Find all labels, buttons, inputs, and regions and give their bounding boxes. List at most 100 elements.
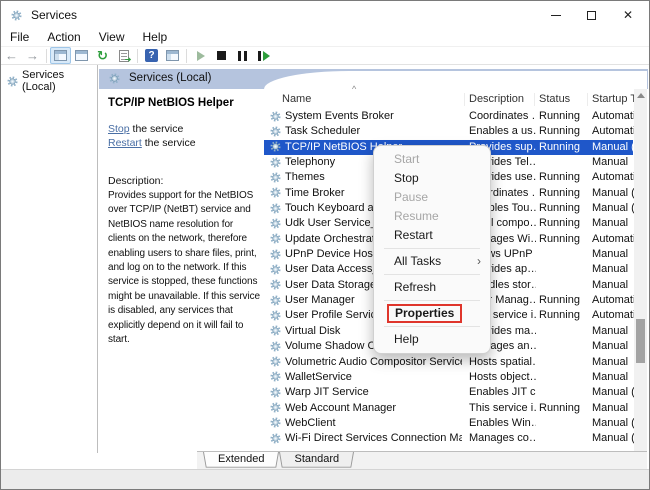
context-menu-item[interactable]: Resume › <box>374 207 490 226</box>
menu-action[interactable]: Action <box>38 29 89 46</box>
column-header-name[interactable]: Name <box>282 93 311 105</box>
service-startup-type: Manual <box>592 340 634 352</box>
service-name-cell: Task Scheduler <box>270 125 462 137</box>
close-button[interactable]: ✕ <box>611 1 645 29</box>
restart-service-link[interactable]: Restart <box>108 137 142 149</box>
service-row[interactable]: Web Account Manager This service i… Runn… <box>264 401 633 416</box>
context-menu-item[interactable]: Help › <box>374 330 490 349</box>
service-startup-type: Manual <box>592 402 634 414</box>
service-status: Running <box>539 233 589 245</box>
forward-button[interactable]: → <box>22 47 43 64</box>
service-gear-icon <box>270 325 281 336</box>
column-separator[interactable] <box>464 93 465 106</box>
service-status: Running <box>539 217 589 229</box>
show-action-pane-button[interactable] <box>162 47 183 64</box>
service-startup-type: Manual (T <box>592 432 634 444</box>
context-menu-item-label: All Tasks <box>394 252 441 271</box>
console-tree-panel: Services (Local) <box>2 65 98 453</box>
context-menu-item-label: Pause <box>394 188 428 207</box>
stop-service-link[interactable]: Stop <box>108 123 130 135</box>
service-gear-icon <box>270 141 281 152</box>
service-status: Running <box>539 187 589 199</box>
export-list-button[interactable] <box>113 47 134 64</box>
maximize-icon <box>587 11 596 20</box>
sort-ascending-icon: ^ <box>352 84 356 94</box>
service-gear-icon <box>270 203 281 214</box>
show-console-tree-button[interactable] <box>50 47 71 64</box>
service-startup-type: Manual <box>592 325 634 337</box>
service-gear-icon <box>270 341 281 352</box>
minimize-button[interactable] <box>539 1 573 29</box>
scroll-up-icon[interactable] <box>637 93 645 98</box>
column-separator[interactable] <box>534 93 535 106</box>
service-row[interactable]: System Events Broker Coordinates … Runni… <box>264 109 633 124</box>
context-menu-item[interactable]: All Tasks › <box>374 252 490 271</box>
service-gear-icon <box>270 387 281 398</box>
restart-service-button[interactable] <box>253 47 274 64</box>
service-row[interactable]: WalletService Hosts object… Manual <box>264 370 633 385</box>
services-header-icon <box>109 73 120 84</box>
service-name: Warp JIT Service <box>285 386 369 398</box>
service-status: Running <box>539 110 589 122</box>
stop-link-suffix: the service <box>130 123 184 135</box>
context-menu-item[interactable]: Refresh › <box>374 278 490 297</box>
services-window: Services ✕ File Action View Help ← → ↻ ? <box>0 0 650 490</box>
service-description: Manages co… <box>469 432 536 444</box>
service-name: WebClient <box>285 417 336 429</box>
service-name: Time Broker <box>285 187 345 199</box>
service-gear-icon <box>270 295 281 306</box>
column-header-description[interactable]: Description <box>469 93 524 105</box>
column-header-status[interactable]: Status <box>539 93 570 105</box>
service-startup-type: Manual <box>592 371 634 383</box>
toolbar-separator <box>46 49 47 63</box>
tree-item-services-local[interactable]: Services (Local) <box>2 65 97 96</box>
service-row[interactable]: Warp JIT Service Enables JIT c… Manual (… <box>264 385 633 400</box>
maximize-button[interactable] <box>574 1 608 29</box>
tab-standard[interactable]: Standard <box>279 452 354 469</box>
pause-service-button[interactable] <box>232 47 253 64</box>
service-status: Running <box>539 309 589 321</box>
service-name: Themes <box>285 171 325 183</box>
service-gear-icon <box>270 187 281 198</box>
back-button[interactable]: ← <box>1 47 22 64</box>
service-gear-icon <box>270 126 281 137</box>
service-gear-icon <box>270 417 281 428</box>
service-name-cell: Wi-Fi Direct Services Connection Mana… <box>270 432 462 444</box>
help-button[interactable]: ? <box>141 47 162 64</box>
vertical-scroll-thumb[interactable] <box>636 319 645 363</box>
service-name: System Events Broker <box>285 110 394 122</box>
context-menu: Start › Stop › Pause › Resume › Restart … <box>373 145 491 354</box>
column-separator[interactable] <box>587 93 588 106</box>
context-menu-item[interactable]: Restart › <box>374 226 490 245</box>
context-menu-item[interactable]: Properties › <box>374 304 490 323</box>
export-list-icon <box>119 50 129 62</box>
restart-service-icon <box>258 51 270 61</box>
refresh-button[interactable]: ↻ <box>92 47 113 64</box>
vertical-scrollbar[interactable] <box>634 89 647 460</box>
service-row[interactable]: WebClient Enables Win… Manual (T <box>264 416 633 431</box>
service-row[interactable]: Wi-Fi Direct Services Connection Mana… M… <box>264 431 633 446</box>
start-service-button[interactable] <box>190 47 211 64</box>
service-row[interactable]: Volumetric Audio Compositor Service Host… <box>264 355 633 370</box>
tab-extended[interactable]: Extended <box>203 452 279 469</box>
service-startup-type: Manual <box>592 356 634 368</box>
forward-arrow-icon: → <box>26 49 39 62</box>
service-startup-type: Automatic <box>592 233 634 245</box>
context-menu-item[interactable]: Pause › <box>374 188 490 207</box>
properties-button[interactable] <box>71 47 92 64</box>
service-startup-type: Manual (T <box>592 202 634 214</box>
toolbar: ← → ↻ ? <box>1 47 649 65</box>
properties-window-icon <box>75 50 88 61</box>
menu-file[interactable]: File <box>1 29 38 46</box>
service-gear-icon <box>270 402 281 413</box>
menu-help[interactable]: Help <box>134 29 177 46</box>
help-icon: ? <box>145 49 158 62</box>
service-row[interactable]: Task Scheduler Enables a us… Running Aut… <box>264 124 633 139</box>
menu-view[interactable]: View <box>90 29 134 46</box>
stop-service-button[interactable] <box>211 47 232 64</box>
service-name-cell: System Events Broker <box>270 110 462 122</box>
service-name-cell: Warp JIT Service <box>270 386 462 398</box>
context-menu-item[interactable]: Stop › <box>374 169 490 188</box>
service-description: Enables Win… <box>469 417 536 429</box>
context-menu-item[interactable]: Start › <box>374 150 490 169</box>
